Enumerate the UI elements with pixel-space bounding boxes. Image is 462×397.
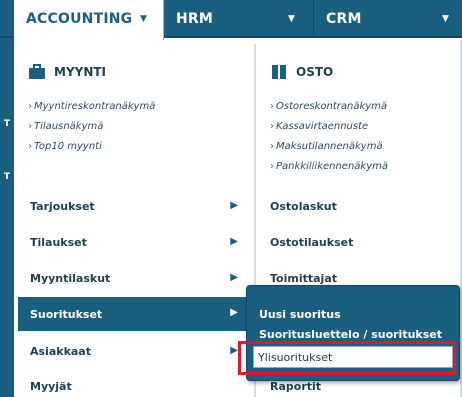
left-strip xyxy=(0,0,14,397)
quick-link[interactable]: › Top10 myynti xyxy=(28,141,102,152)
myynti-title: MYYNTI xyxy=(54,65,107,79)
menu-item-ostotilaukset[interactable]: Ostotilaukset xyxy=(270,226,460,258)
myynti-heading: MYYNTI xyxy=(28,64,106,80)
tab-label: ACCOUNTING xyxy=(26,11,133,27)
osto-title: OSTO xyxy=(296,65,334,79)
tab-label: CRM xyxy=(326,11,362,27)
osto-heading: OSTO xyxy=(270,64,333,80)
quick-link[interactable]: › Pankkiliikennenäkymä xyxy=(270,161,388,172)
quick-link[interactable]: › Ostoreskontranäkymä xyxy=(270,101,387,112)
side-tab-letter[interactable]: T xyxy=(0,169,14,185)
suoritukset-submenu: Uusi suoritus Suoritusluettelo / suoritu… xyxy=(246,285,460,381)
submenu-item-suoritusluettelo[interactable]: Suoritusluettelo / suoritukset xyxy=(259,328,442,341)
briefcase-icon xyxy=(28,64,46,80)
top-navigation: ACCOUNTING ▼ HRM ▼ CRM ▼ xyxy=(0,0,462,40)
submenu-item-uusi-suoritus[interactable]: Uusi suoritus xyxy=(259,308,341,321)
menu-item-tarjoukset[interactable]: Tarjoukset ▶ xyxy=(28,190,246,222)
caret-down-icon: ▼ xyxy=(140,14,148,24)
book-icon xyxy=(270,64,288,80)
submenu-item-ylisuoritukset[interactable]: Ylisuoritukset xyxy=(253,346,453,368)
caret-down-icon: ▼ xyxy=(442,14,450,24)
tab-crm[interactable]: CRM ▼ xyxy=(314,0,462,38)
submenu-item-label: Ylisuoritukset xyxy=(258,351,333,364)
caret-down-icon: ▼ xyxy=(288,14,296,24)
chevron-right-icon: ▶ xyxy=(230,236,238,247)
tab-hrm[interactable]: HRM ▼ xyxy=(164,0,314,38)
side-tab-letter[interactable]: T xyxy=(0,116,14,132)
menu-item-myyntilaskut[interactable]: Myyntilaskut ▶ xyxy=(28,262,246,294)
tab-label: HRM xyxy=(176,11,214,27)
menu-item-myyjat[interactable]: Myyjät xyxy=(28,370,246,397)
chevron-right-icon: ▶ xyxy=(230,200,238,211)
chevron-right-icon: ▶ xyxy=(230,307,238,318)
menu-item-asiakkaat[interactable]: Asiakkaat ▶ xyxy=(28,335,246,367)
tab-accounting[interactable]: ACCOUNTING ▼ xyxy=(14,0,164,40)
menu-item-ostolaskut[interactable]: Ostolaskut xyxy=(270,190,460,222)
quick-link[interactable]: › Myyntireskontranäkymä xyxy=(28,101,155,112)
quick-link[interactable]: › Tilausnäkymä xyxy=(28,121,103,132)
chevron-right-icon: ▶ xyxy=(230,345,238,356)
menu-item-tilaukset[interactable]: Tilaukset ▶ xyxy=(28,226,246,258)
quick-link[interactable]: › Kassavirtaennuste xyxy=(270,121,368,132)
menu-item-suoritukset[interactable]: Suoritukset ▶ xyxy=(18,297,246,331)
chevron-right-icon: ▶ xyxy=(230,272,238,283)
quick-link[interactable]: › Maksutilannenäkymä xyxy=(270,141,383,152)
